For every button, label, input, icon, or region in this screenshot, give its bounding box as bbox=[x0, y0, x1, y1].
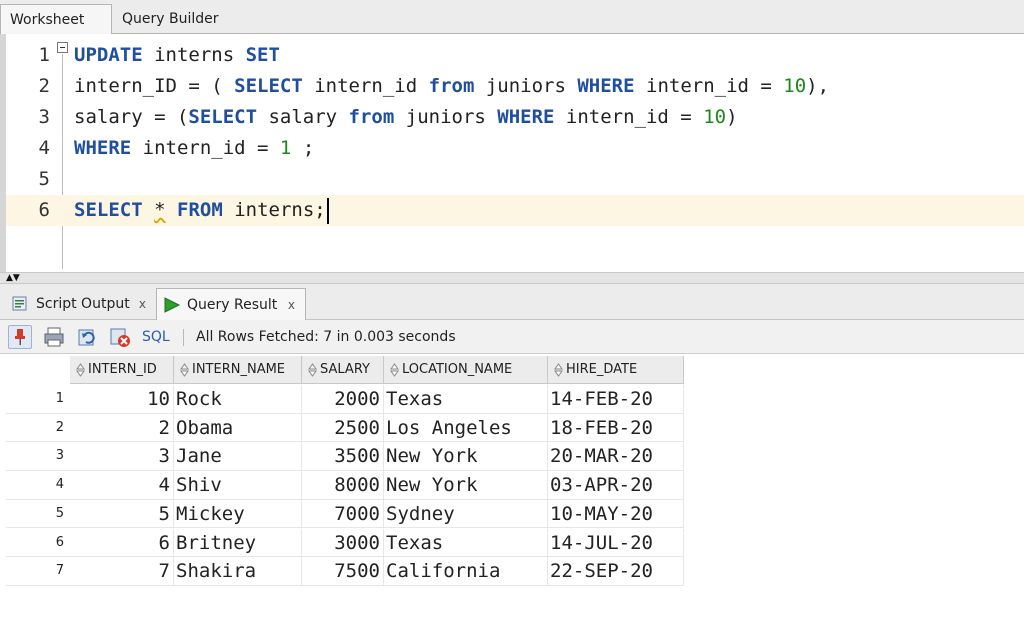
code-line-3: 3 salary = (SELECT salary from juniors W… bbox=[6, 102, 1024, 133]
code-line-5: 5 bbox=[6, 164, 1024, 195]
sort-icon bbox=[180, 362, 189, 377]
cell-location-name[interactable]: New York bbox=[384, 471, 548, 500]
code-text: SELECT * FROM interns; bbox=[74, 195, 329, 226]
row-number: 3 bbox=[6, 442, 70, 472]
cell-intern-id[interactable]: 10 bbox=[70, 385, 174, 414]
cell-salary[interactable]: 2000 bbox=[302, 385, 384, 414]
column-header-hire-date[interactable]: HIRE_DATE bbox=[548, 356, 684, 384]
cell-location-name[interactable]: Texas bbox=[384, 385, 548, 414]
cell-location-name[interactable]: Sydney bbox=[384, 499, 548, 529]
row-number: 4 bbox=[6, 471, 70, 500]
tab-query-builder[interactable]: Query Builder bbox=[112, 4, 232, 34]
cell-intern-id[interactable]: 5 bbox=[70, 499, 174, 529]
column-header-location-name[interactable]: LOCATION_NAME bbox=[384, 356, 548, 384]
cell-location-name[interactable]: Los Angeles bbox=[384, 413, 548, 443]
code-text: salary = (SELECT salary from juniors WHE… bbox=[74, 106, 738, 128]
cell-hire-date[interactable]: 10-MAY-20 bbox=[548, 499, 684, 529]
cell-salary[interactable]: 3500 bbox=[302, 442, 384, 472]
cell-intern-id[interactable]: 6 bbox=[70, 528, 174, 558]
fetch-status: All Rows Fetched: 7 in 0.003 seconds bbox=[196, 329, 456, 345]
cell-hire-date[interactable]: 14-FEB-20 bbox=[548, 385, 684, 414]
row-number: 1 bbox=[6, 385, 70, 414]
code-line-6-current: 6 SELECT * FROM interns; bbox=[6, 195, 1024, 226]
line-number: 4 bbox=[38, 137, 50, 159]
splitter-arrows-icon[interactable]: ▲▼ bbox=[6, 273, 20, 284]
sort-icon bbox=[76, 362, 85, 377]
cell-intern-id[interactable]: 3 bbox=[70, 442, 174, 472]
cell-intern-name[interactable]: Shiv bbox=[174, 471, 302, 500]
cell-location-name[interactable]: New York bbox=[384, 442, 548, 472]
cell-intern-name[interactable]: Mickey bbox=[174, 499, 302, 529]
pin-icon bbox=[15, 329, 25, 345]
cell-location-name[interactable]: Texas bbox=[384, 528, 548, 558]
cell-intern-id[interactable]: 2 bbox=[70, 413, 174, 443]
cell-salary[interactable]: 7500 bbox=[302, 557, 384, 586]
column-header-intern-name[interactable]: INTERN_NAME bbox=[174, 356, 302, 384]
cancel-icon bbox=[110, 328, 130, 347]
tab-script-output[interactable]: Script Output x bbox=[6, 288, 156, 320]
row-number: 2 bbox=[6, 413, 70, 443]
sort-icon bbox=[554, 362, 563, 377]
panel-splitter[interactable]: ▲▼ bbox=[0, 272, 1024, 284]
cell-hire-date[interactable]: 03-APR-20 bbox=[548, 471, 684, 500]
tab-label: Script Output bbox=[36, 296, 130, 312]
cell-intern-name[interactable]: Rock bbox=[174, 385, 302, 414]
code-text: UPDATE interns SET bbox=[74, 44, 280, 66]
result-toolbar: SQL All Rows Fetched: 7 in 0.003 seconds bbox=[0, 320, 1024, 354]
line-number: 6 bbox=[38, 199, 50, 221]
row-number: 7 bbox=[6, 557, 70, 586]
refresh-icon bbox=[78, 329, 95, 346]
freeze-pin-button[interactable] bbox=[8, 325, 32, 349]
print-icon bbox=[44, 327, 64, 347]
play-icon bbox=[164, 297, 181, 313]
code-line-1: 1 UPDATE interns SET bbox=[6, 40, 1024, 71]
cell-hire-date[interactable]: 20-MAR-20 bbox=[548, 442, 684, 472]
cell-location-name[interactable]: California bbox=[384, 557, 548, 586]
cell-salary[interactable]: 7000 bbox=[302, 499, 384, 529]
output-tab-bar: Script Output x Query Result x bbox=[0, 284, 1024, 320]
cell-salary[interactable]: 2500 bbox=[302, 413, 384, 443]
row-number-header bbox=[6, 356, 70, 384]
tab-label: Query Result bbox=[187, 297, 278, 313]
tab-worksheet[interactable]: Worksheet bbox=[0, 4, 112, 35]
row-number: 6 bbox=[6, 528, 70, 558]
cell-intern-id[interactable]: 4 bbox=[70, 471, 174, 500]
cell-hire-date[interactable]: 14-JUL-20 bbox=[548, 528, 684, 558]
line-number: 5 bbox=[38, 168, 50, 190]
script-output-icon bbox=[12, 296, 27, 311]
text-cursor bbox=[326, 197, 329, 224]
code-text: intern_ID = ( SELECT intern_id from juni… bbox=[74, 75, 830, 97]
sort-icon bbox=[390, 362, 399, 377]
tab-query-result[interactable]: Query Result x bbox=[156, 288, 306, 320]
cell-intern-name[interactable]: Shakira bbox=[174, 557, 302, 586]
print-button[interactable] bbox=[42, 325, 66, 349]
cell-hire-date[interactable]: 22-SEP-20 bbox=[548, 557, 684, 586]
column-header-intern-id[interactable]: INTERN_ID bbox=[70, 356, 174, 384]
close-tab-icon[interactable]: x bbox=[139, 288, 146, 320]
code-line-4: 4 WHERE intern_id = 1 ; bbox=[6, 133, 1024, 164]
cell-intern-name[interactable]: Obama bbox=[174, 413, 302, 443]
worksheet-tab-bar: Worksheet Query Builder bbox=[0, 0, 1024, 35]
column-header-salary[interactable]: SALARY bbox=[302, 356, 384, 384]
cell-salary[interactable]: 3000 bbox=[302, 528, 384, 558]
row-number: 5 bbox=[6, 499, 70, 529]
line-number: 1 bbox=[38, 44, 50, 66]
cell-hire-date[interactable]: 18-FEB-20 bbox=[548, 413, 684, 443]
sort-icon bbox=[308, 362, 317, 377]
line-number: 3 bbox=[38, 106, 50, 128]
close-tab-icon[interactable]: x bbox=[288, 289, 295, 321]
cancel-button[interactable] bbox=[108, 325, 132, 349]
sql-button[interactable]: SQL bbox=[142, 320, 170, 354]
code-text: WHERE intern_id = 1 ; bbox=[74, 137, 315, 159]
sql-editor[interactable]: 1 UPDATE interns SET 2 intern_ID = ( SEL… bbox=[0, 34, 1024, 272]
code-line-2: 2 intern_ID = ( SELECT intern_id from ju… bbox=[6, 71, 1024, 102]
toolbar-divider bbox=[183, 329, 184, 346]
cell-intern-name[interactable]: Jane bbox=[174, 442, 302, 472]
cell-salary[interactable]: 8000 bbox=[302, 471, 384, 500]
refresh-button[interactable] bbox=[76, 325, 100, 349]
line-number: 2 bbox=[38, 75, 50, 97]
cell-intern-name[interactable]: Britney bbox=[174, 528, 302, 558]
cell-intern-id[interactable]: 7 bbox=[70, 557, 174, 586]
